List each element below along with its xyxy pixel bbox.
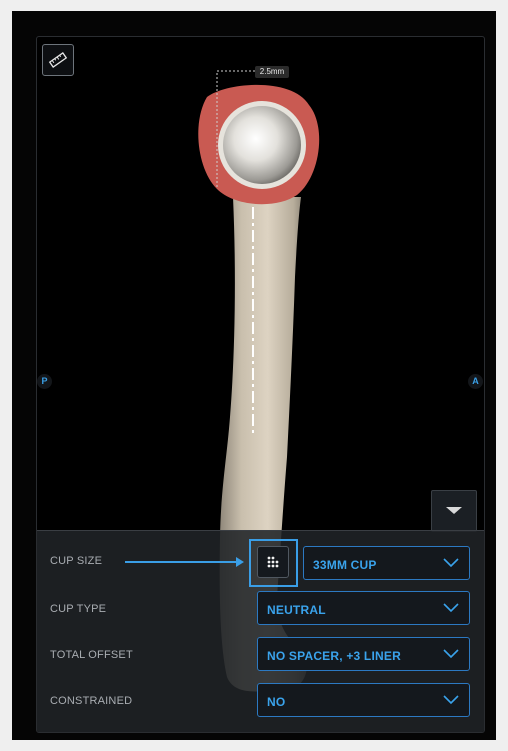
ruler-icon: [48, 52, 68, 68]
anterior-marker: A: [468, 374, 483, 389]
total-offset-label: TOTAL OFFSET: [50, 649, 133, 661]
callout-arrow-head: [236, 557, 244, 567]
dot-grid-icon: [267, 556, 279, 568]
chevron-down-icon: [443, 649, 459, 659]
cup-size-value: 33MM CUP: [313, 558, 377, 572]
cup-grid-button[interactable]: [257, 546, 289, 578]
constrained-value: NO: [267, 695, 286, 709]
chevron-down-icon: [443, 603, 459, 613]
cup-size-row: CUP SIZE 33MM CUP: [37, 539, 484, 587]
ruler-button[interactable]: [42, 44, 74, 76]
constrained-select[interactable]: NO: [257, 683, 470, 717]
cup-size-select[interactable]: 33MM CUP: [303, 546, 470, 580]
measurement-label: 2.5mm: [255, 66, 289, 78]
total-offset-select[interactable]: NO SPACER, +3 LINER: [257, 637, 470, 671]
cup-type-value: NEUTRAL: [267, 603, 326, 617]
collapse-panel-button[interactable]: [431, 490, 477, 532]
cup-type-label: CUP TYPE: [50, 603, 107, 615]
callout-arrow-line: [125, 561, 240, 563]
constrained-label: CONSTRAINED: [50, 695, 133, 707]
app-screen: 2.5mm P A CUP SIZE 33MM CUP CUP TYPE NEU…: [12, 11, 496, 740]
constrained-row: CONSTRAINED NO: [37, 683, 484, 719]
implant-settings-panel: CUP SIZE 33MM CUP CUP TYPE NEUTRAL TOTAL…: [37, 530, 484, 732]
total-offset-value: NO SPACER, +3 LINER: [267, 649, 401, 663]
chevron-down-icon: [443, 695, 459, 705]
cup-size-label: CUP SIZE: [50, 555, 103, 567]
3d-viewport[interactable]: 2.5mm P A CUP SIZE 33MM CUP CUP TYPE NEU…: [36, 36, 485, 733]
total-offset-row: TOTAL OFFSET NO SPACER, +3 LINER: [37, 637, 484, 673]
cup-type-select[interactable]: NEUTRAL: [257, 591, 470, 625]
posterior-marker: P: [37, 374, 52, 389]
caret-down-icon: [446, 507, 462, 514]
cup-type-row: CUP TYPE NEUTRAL: [37, 591, 484, 627]
chevron-down-icon: [443, 558, 459, 568]
